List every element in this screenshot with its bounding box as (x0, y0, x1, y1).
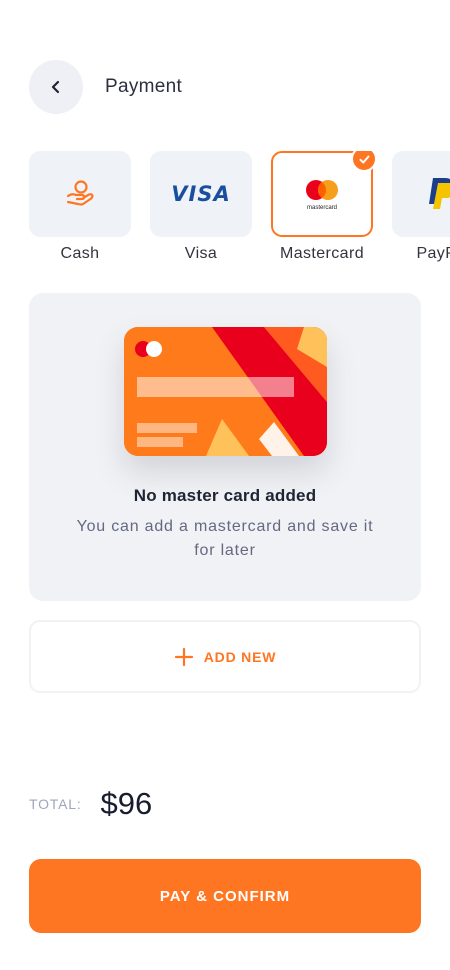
empty-state-description: You can add a mastercard and save it for… (76, 518, 374, 559)
method-tile (29, 151, 131, 237)
method-label: Mastercard (279, 245, 365, 262)
selected-check-badge (351, 151, 377, 172)
method-visa[interactable]: VISA Visa (150, 151, 252, 263)
total-value: $96 (100, 786, 153, 821)
pay-confirm-button[interactable]: PAY & CONFIRM (29, 859, 421, 933)
card-art (124, 327, 327, 456)
back-button[interactable] (29, 60, 83, 114)
mastercard-wordmark: mastercard (306, 205, 337, 211)
payment-methods: Cash VISA Visa mastercard Mastercard Pay (29, 151, 450, 271)
paypal-logo (429, 178, 450, 209)
page-title: Payment (105, 76, 183, 97)
method-tile: VISA (150, 151, 252, 237)
credit-card-illustration (124, 327, 327, 456)
chevron-left-icon (51, 80, 60, 94)
add-new-label: ADD NEW (203, 648, 277, 665)
header: Payment (29, 60, 421, 114)
method-tile-selected: mastercard (271, 151, 377, 237)
pay-confirm-label: PAY & CONFIRM (159, 887, 291, 905)
visa-logo: VISA (171, 182, 231, 206)
total-label: TOTAL: (29, 796, 82, 812)
add-new-card-button[interactable]: ADD NEW (29, 620, 421, 693)
method-label: Cash (60, 245, 100, 262)
method-tile (392, 151, 450, 237)
method-label: Visa (184, 245, 218, 262)
cash-icon (66, 180, 94, 206)
method-cash[interactable]: Cash (29, 151, 131, 263)
total-row: TOTAL: $96 (29, 786, 152, 822)
empty-state-title: No master card added (133, 486, 317, 505)
method-mastercard[interactable]: mastercard Mastercard (271, 151, 377, 263)
card-empty-state: No master card added You can add a maste… (29, 293, 421, 601)
plus-icon (174, 647, 193, 666)
method-paypal[interactable]: PayPal (392, 151, 450, 263)
check-icon (359, 155, 369, 163)
method-label: PayPal (416, 245, 450, 262)
